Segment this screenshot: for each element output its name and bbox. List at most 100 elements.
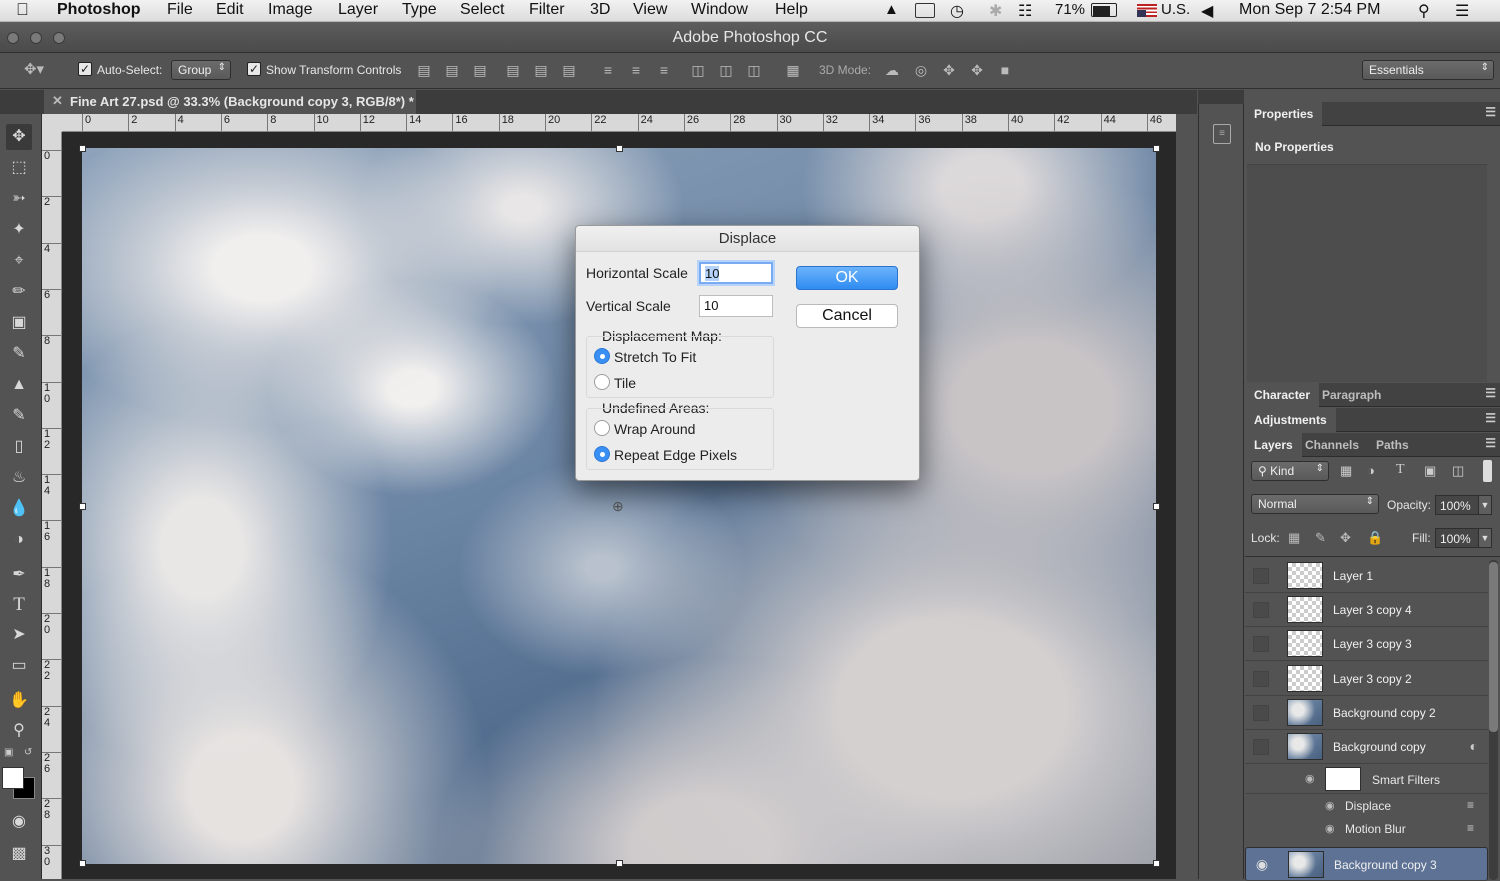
time-machine-icon[interactable]: ◷ — [950, 1, 964, 21]
menu-layer[interactable]: Layer — [338, 1, 378, 19]
transform-handle[interactable] — [79, 503, 86, 510]
paint-bucket-tool-icon[interactable]: ♨ — [6, 465, 32, 491]
swap-colors-icon[interactable]: ↺ — [24, 747, 32, 758]
volume-icon[interactable]: ◀ — [1201, 1, 1213, 21]
default-colors-icon[interactable]: ▣ — [4, 747, 13, 758]
menu-type[interactable]: Type — [402, 1, 437, 19]
brush-tool-icon[interactable]: ✎ — [6, 341, 32, 367]
crop-tool-icon[interactable]: ⌖ — [6, 248, 32, 274]
transform-handle[interactable] — [616, 860, 623, 867]
distribute-right-icon[interactable]: ◫ — [746, 62, 762, 78]
align-vcenter-icon[interactable]: ▤ — [444, 62, 460, 78]
type-layer-filter-icon[interactable]: T — [1396, 462, 1405, 478]
align-bottom-icon[interactable]: ▤ — [472, 62, 488, 78]
lock-transparent-icon[interactable]: ▦ — [1288, 530, 1300, 546]
pen-tool-icon[interactable]: ✒ — [6, 562, 32, 588]
pixel-layer-filter-icon[interactable]: ▦ — [1340, 463, 1352, 479]
adjustment-layer-filter-icon[interactable]: ◑ — [1367, 463, 1375, 478]
vertical-ruler[interactable]: 0 2 4 6 8 1 0 1 2 1 4 1 6 1 8 2 0 2 2 2 4 2 6 2 8 3 0 — [42, 132, 62, 879]
blur-tool-icon[interactable]: 💧 — [6, 496, 32, 522]
layer-row[interactable]: Layer 1 — [1245, 559, 1488, 593]
3d-slide-icon[interactable]: ✥ — [969, 62, 985, 78]
menu-window[interactable]: Window — [691, 1, 748, 19]
menu-help[interactable]: Help — [775, 1, 808, 19]
quick-mask-icon[interactable]: ◉ — [6, 809, 32, 835]
document-tab[interactable]: ✕ Fine Art 27.psd @ 33.3% (Background co… — [44, 90, 416, 114]
adobe-status-icon[interactable]: ▲ — [884, 1, 899, 18]
magic-wand-tool-icon[interactable]: ✦ — [6, 217, 32, 243]
tools-panel-header[interactable] — [0, 90, 42, 114]
smart-filter-name[interactable]: Motion Blur — [1345, 822, 1406, 836]
visibility-toggle[interactable] — [1253, 670, 1269, 687]
smart-filter-badge-icon[interactable]: ◐ — [1470, 738, 1478, 754]
tile-label[interactable]: Tile — [614, 375, 636, 391]
transform-handle[interactable] — [79, 860, 86, 867]
marquee-tool-icon[interactable]: ⬚ — [6, 155, 32, 181]
layer-name[interactable]: Layer 1 — [1333, 569, 1373, 583]
menu-view[interactable]: View — [633, 1, 667, 19]
menu-image[interactable]: Image — [268, 1, 312, 19]
layer-row[interactable]: Layer 3 copy 2 — [1245, 661, 1488, 696]
layer-row[interactable]: Layer 3 copy 4 — [1245, 593, 1488, 628]
menu-filter[interactable]: Filter — [529, 1, 565, 19]
panel-menu-icon[interactable]: ☰ — [1485, 411, 1496, 425]
panel-menu-icon[interactable]: ☰ — [1485, 436, 1496, 450]
us-flag-icon[interactable] — [1137, 4, 1157, 17]
auto-align-icon[interactable]: ▦ — [785, 62, 801, 78]
ok-button[interactable]: OK — [796, 266, 898, 290]
transform-handle[interactable] — [79, 145, 86, 152]
path-selection-tool-icon[interactable]: ➤ — [6, 622, 32, 648]
visibility-toggle[interactable] — [1253, 704, 1269, 721]
horizontal-scale-input[interactable]: 10 — [699, 262, 773, 284]
layer-name[interactable]: Background copy 3 — [1334, 858, 1437, 872]
move-tool-icon[interactable]: ✥ — [6, 124, 32, 150]
bluetooth-icon[interactable]: ✱ — [989, 1, 1002, 21]
wifi-icon[interactable]: ☷ — [1018, 1, 1032, 21]
wrap-around-radio[interactable] — [594, 420, 610, 436]
type-tool-icon[interactable]: T — [6, 592, 32, 618]
menu-edit[interactable]: Edit — [216, 1, 244, 19]
transform-center-icon[interactable]: ⊕ — [612, 498, 624, 515]
stretch-to-fit-label[interactable]: Stretch To Fit — [614, 349, 696, 365]
layer-name[interactable]: Layer 3 copy 4 — [1333, 603, 1412, 617]
panel-menu-icon[interactable]: ☰ — [1485, 386, 1496, 400]
history-panel-icon[interactable]: ≡ — [1213, 124, 1231, 144]
visibility-toggle[interactable] — [1253, 568, 1269, 584]
smart-filter-name[interactable]: Displace — [1345, 799, 1391, 813]
smart-filters-row[interactable]: ◉ Smart Filters — [1245, 764, 1488, 795]
distribute-left-icon[interactable]: ◫ — [690, 62, 706, 78]
repeat-edge-pixels-label[interactable]: Repeat Edge Pixels — [614, 447, 737, 463]
tab-channels[interactable]: Channels — [1296, 433, 1368, 457]
filter-toggle-switch[interactable] — [1483, 460, 1492, 482]
opacity-slider-arrow-icon[interactable]: ▼ — [1478, 495, 1492, 515]
eraser-tool-icon[interactable]: ▯ — [6, 434, 32, 460]
repeat-edge-pixels-radio[interactable] — [594, 446, 610, 462]
menu-file[interactable]: File — [167, 1, 193, 19]
memory-status-icon[interactable] — [915, 3, 935, 18]
align-right-icon[interactable]: ▤ — [561, 62, 577, 78]
lock-position-icon[interactable]: ✥ — [1340, 530, 1351, 546]
eye-icon[interactable]: ◉ — [1305, 772, 1315, 785]
eye-icon[interactable]: ◉ — [1325, 822, 1335, 835]
smart-filter-mask-thumbnail[interactable] — [1325, 767, 1361, 792]
fill-input[interactable]: 100% — [1435, 528, 1479, 548]
layer-kind-filter[interactable]: ⚲ Kind ⇕ — [1251, 461, 1329, 481]
transform-handle[interactable] — [1153, 503, 1160, 510]
tab-character[interactable]: Character — [1245, 383, 1320, 407]
ruler-origin[interactable] — [42, 114, 62, 132]
dodge-tool-icon[interactable]: ◑ — [6, 527, 32, 553]
lock-all-icon[interactable]: 🔒 — [1367, 530, 1383, 546]
menu-select[interactable]: Select — [460, 1, 504, 19]
distribute-bottom-icon[interactable]: ≡ — [656, 62, 672, 78]
3d-scale-icon[interactable]: ■ — [997, 62, 1013, 78]
smart-filter-item[interactable]: ◉ Displace ≡ — [1245, 794, 1488, 817]
foreground-color-swatch[interactable] — [2, 767, 24, 789]
layers-scrollbar[interactable] — [1489, 560, 1498, 880]
battery-icon[interactable] — [1091, 3, 1117, 17]
fill-slider-arrow-icon[interactable]: ▼ — [1478, 528, 1492, 548]
align-top-icon[interactable]: ▤ — [416, 62, 432, 78]
layer-name[interactable]: Layer 3 copy 2 — [1333, 672, 1412, 686]
opacity-input[interactable]: 100% — [1435, 495, 1479, 515]
clone-stamp-tool-icon[interactable]: ▲ — [6, 372, 32, 398]
show-transform-checkbox[interactable]: ✓ — [247, 62, 261, 76]
